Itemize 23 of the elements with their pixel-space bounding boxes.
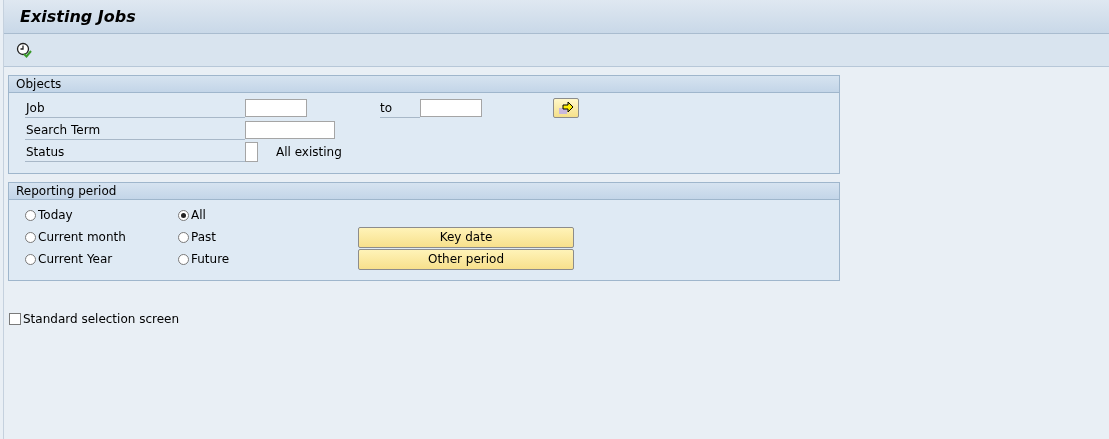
multiple-selection-button[interactable]	[553, 98, 579, 118]
group-title: Reporting period	[16, 184, 117, 198]
input-field[interactable]	[245, 99, 307, 117]
checkbox[interactable]: Standard selection screen	[9, 312, 180, 326]
clock-check-icon[interactable]	[16, 42, 32, 58]
arrow-icon	[558, 101, 574, 115]
radio-option[interactable]: Past	[178, 230, 216, 244]
field-label: Status	[25, 142, 245, 162]
period-button[interactable]: Other period	[358, 248, 574, 270]
input-field[interactable]	[245, 142, 258, 162]
field-label: Job	[25, 98, 245, 118]
radio-option[interactable]: Current month	[25, 230, 126, 244]
window-title: Existing Jobs	[20, 7, 136, 26]
group-title: Objects	[16, 77, 62, 91]
period-button[interactable]: Key date	[358, 226, 574, 248]
radio-option[interactable]: Current Year	[25, 252, 113, 266]
radio-option[interactable]: Today	[25, 208, 73, 222]
status-text: All existing	[276, 145, 342, 159]
input-field[interactable]	[420, 99, 482, 117]
field-label: Search Term	[25, 120, 245, 140]
input-field[interactable]	[245, 121, 335, 139]
radio-option[interactable]: All	[178, 208, 206, 222]
radio-option[interactable]: Future	[178, 252, 230, 266]
